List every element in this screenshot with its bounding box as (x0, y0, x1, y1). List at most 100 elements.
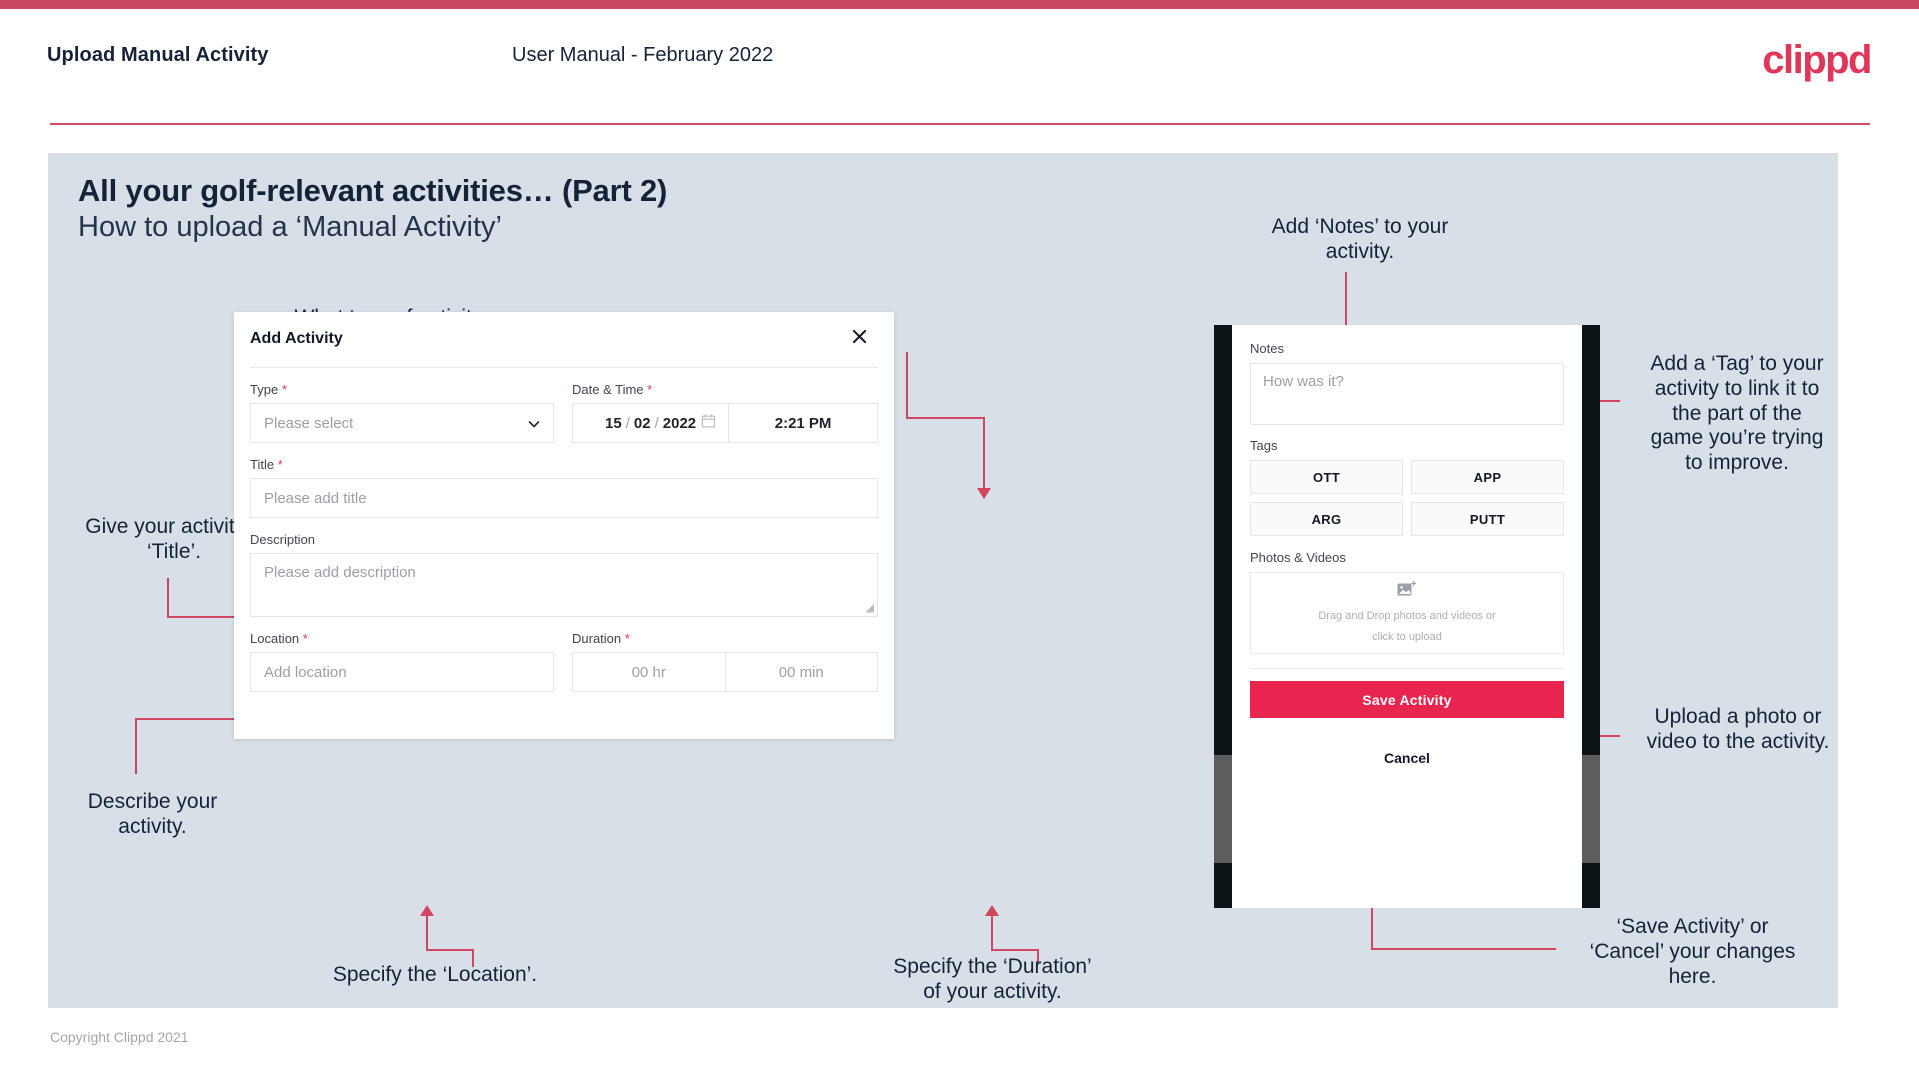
phone-screen: Notes How was it? Tags OTT APP ARG PUTT … (1232, 325, 1582, 908)
annotation-save: ‘Save Activity’ or ‘Cancel’ your changes… (1589, 915, 1796, 988)
connector-dt-h (906, 417, 985, 419)
calendar-icon[interactable] (701, 414, 716, 433)
cancel-button[interactable]: Cancel (1250, 740, 1564, 776)
required-marker: * (277, 457, 283, 472)
resize-grip-icon[interactable]: ◢ (866, 603, 874, 614)
annotation-description: Describe your activity. (87, 790, 218, 838)
photo-upload-dropzone[interactable]: Drag and Drop photos and videos or click… (1250, 572, 1564, 654)
phone-bezel-right-accent (1582, 755, 1600, 863)
tags-label: Tags (1250, 438, 1278, 453)
dropzone-text-line2: click to upload (1372, 630, 1442, 643)
connector-dur-h (991, 949, 1039, 951)
label-type: Type * (250, 382, 554, 397)
connector-loc-arrow (420, 905, 434, 916)
label-title: Title * (250, 457, 878, 472)
title-input[interactable]: Please add title (250, 478, 878, 518)
save-activity-button[interactable]: Save Activity (1250, 681, 1564, 718)
title-input-placeholder: Please add title (264, 489, 367, 507)
connector-save-h (1371, 948, 1556, 950)
location-placeholder: Add location (264, 663, 347, 681)
photos-videos-label: Photos & Videos (1250, 550, 1346, 565)
label-duration-text: Duration (572, 631, 622, 646)
annotation-upload: Upload a photo or video to the activity. (1646, 705, 1830, 753)
description-placeholder: Please add description (264, 564, 416, 581)
chevron-down-icon (528, 417, 540, 429)
required-marker: * (281, 382, 287, 397)
time-input[interactable]: 2:21 PM (729, 404, 877, 442)
annotation-location: Specify the ‘Location’. (332, 963, 538, 986)
annotation-duration: Specify the ‘Duration’ of your activity. (893, 955, 1092, 1003)
date-sep-2: / (654, 414, 659, 432)
connector-dt-arrow (977, 488, 991, 499)
close-icon[interactable] (846, 323, 872, 349)
connector-dt-v2 (983, 417, 985, 491)
tag-app-button[interactable]: APP (1411, 460, 1564, 494)
page-title: Upload Manual Activity (47, 44, 269, 66)
label-description-text: Description (250, 532, 316, 547)
date-input[interactable]: 15 / 02 / 2022 (573, 404, 730, 442)
phone-bezel-left (1214, 325, 1232, 908)
date-sep-1: / (625, 414, 630, 432)
notes-placeholder: How was it? (1263, 373, 1344, 390)
annotation-notes: Add ‘Notes’ to your activity. (1271, 215, 1449, 263)
field-title: Title * Please add title (250, 457, 878, 518)
tag-putt-button[interactable]: PUTT (1411, 502, 1564, 536)
description-textarea[interactable]: Please add description ◢ (250, 553, 878, 617)
label-location-text: Location (250, 631, 300, 646)
phone-divider (1250, 668, 1564, 669)
location-input[interactable]: Add location (250, 652, 554, 692)
dialog-body: Type * Please select Date & Time * 15 / … (234, 368, 894, 692)
label-location: Location * (250, 631, 554, 646)
datetime-control: 15 / 02 / 2022 2:21 PM (572, 403, 878, 443)
required-marker: * (647, 382, 653, 397)
type-select[interactable]: Please select (250, 403, 554, 443)
field-datetime: Date & Time * 15 / 02 / 2022 2:21 PM (572, 382, 878, 443)
phone-bezel-right (1582, 325, 1600, 908)
connector-title-v (167, 578, 169, 618)
field-type: Type * Please select (250, 382, 554, 443)
date-year: 2022 (662, 414, 697, 432)
label-datetime: Date & Time * (572, 382, 878, 397)
annotation-tag: Add a ‘Tag’ to your activity to link it … (1650, 352, 1824, 475)
duration-control: 00 hr 00 min (572, 652, 878, 692)
notes-label: Notes (1250, 341, 1284, 356)
date-day: 15 (605, 414, 622, 432)
label-type-text: Type (250, 382, 279, 397)
slide-heading: All your golf-relevant activities… (Part… (78, 173, 668, 208)
label-datetime-text: Date & Time (572, 382, 644, 397)
connector-desc-v (135, 718, 137, 774)
header-divider (50, 123, 1870, 125)
tag-ott-button[interactable]: OTT (1250, 460, 1403, 494)
required-marker: * (302, 631, 308, 646)
field-description: Description Please add description ◢ (250, 532, 878, 617)
dialog-header: Add Activity (250, 312, 878, 368)
field-duration: Duration * 00 hr 00 min (572, 631, 878, 692)
add-activity-dialog: Add Activity Type * Please select Date &… (234, 312, 894, 739)
row-location-duration: Location * Add location Duration * 00 hr… (250, 631, 878, 692)
phone-mockup: Notes How was it? Tags OTT APP ARG PUTT … (1214, 325, 1600, 908)
dropzone-text-line1: Drag and Drop photos and videos or (1318, 609, 1496, 622)
label-title-text: Title (250, 457, 275, 472)
field-location: Location * Add location (250, 631, 554, 692)
label-description: Description (250, 532, 878, 547)
required-marker: * (624, 631, 630, 646)
connector-dt-v1 (906, 352, 908, 418)
connector-loc-h (426, 949, 474, 951)
phone-bezel-left-accent (1214, 755, 1232, 863)
notes-textarea[interactable]: How was it? (1250, 363, 1564, 425)
add-image-icon (1397, 580, 1417, 604)
clippd-logo: clippd (1762, 38, 1872, 82)
copyright-text: Copyright Clippd 2021 (50, 1029, 189, 1045)
duration-hours-input[interactable]: 00 hr (573, 653, 725, 691)
date-month: 02 (633, 414, 651, 432)
tags-grid: OTT APP ARG PUTT (1250, 460, 1564, 536)
tag-arg-button[interactable]: ARG (1250, 502, 1403, 536)
dialog-title: Add Activity (250, 330, 343, 347)
duration-minutes-input[interactable]: 00 min (724, 653, 878, 691)
connector-dur-arrow (985, 905, 999, 916)
page-root: Upload Manual Activity User Manual - Feb… (0, 0, 1919, 1079)
top-accent-bar (0, 0, 1919, 9)
type-select-placeholder: Please select (264, 414, 354, 432)
row-type-datetime: Type * Please select Date & Time * 15 / … (250, 382, 878, 443)
label-duration: Duration * (572, 631, 878, 646)
